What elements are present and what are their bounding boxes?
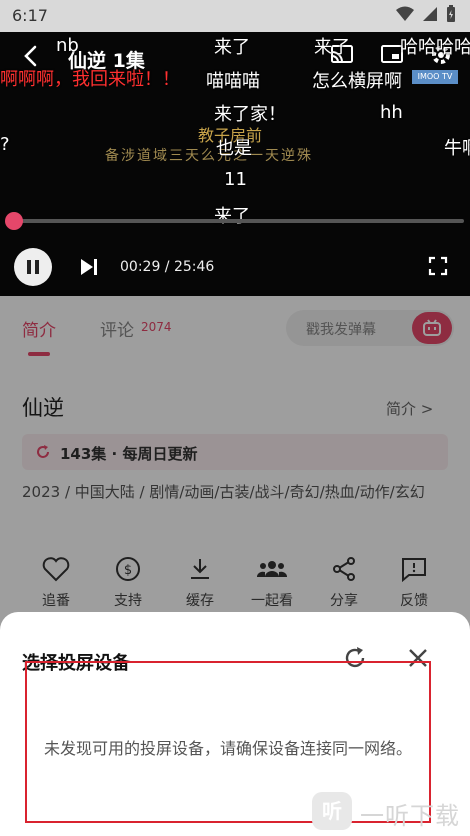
fullscreen-icon — [428, 256, 448, 276]
current-time: 00:29 — [120, 259, 161, 275]
danmaku-item: hh — [380, 102, 403, 123]
status-time: 6:17 — [12, 6, 48, 25]
total-time: 25:46 — [173, 259, 215, 275]
danmaku-item: 来了 — [214, 37, 250, 58]
progress-handle[interactable] — [5, 212, 23, 230]
close-icon — [409, 649, 427, 667]
next-episode-button[interactable] — [78, 256, 100, 282]
poster-subtext: 备涉道域三天么元之一天逆殊 — [105, 148, 313, 164]
pause-icon — [27, 260, 39, 274]
time-separator: / — [160, 259, 174, 275]
close-button[interactable] — [406, 646, 430, 674]
fullscreen-button[interactable] — [428, 256, 448, 280]
site-watermark-text: 一听下载 — [360, 802, 460, 830]
no-device-message: 未发现可用的投屏设备，请确保设备连接同一网络。 — [43, 739, 412, 758]
wifi-icon — [396, 6, 414, 21]
pause-button[interactable] — [14, 248, 52, 286]
danmaku-item: 来了 — [214, 206, 250, 227]
video-player[interactable]: 教子房前 备涉道域三天么元之一天逆殊 仙逆 1集 IMOO TV nb 来了 来… — [0, 32, 470, 296]
refresh-button[interactable] — [343, 646, 367, 674]
danmaku-item: ? — [0, 134, 10, 155]
danmaku-item: 来了 — [314, 37, 350, 58]
broadcaster-watermark: IMOO TV — [412, 70, 458, 84]
refresh-icon — [345, 647, 365, 668]
battery-icon — [447, 5, 455, 22]
sheet-title: 选择投屏设备 — [22, 653, 130, 674]
playback-time: 00:29 / 25:46 — [120, 259, 214, 275]
danmaku-item: 11 — [224, 169, 247, 190]
danmaku-item: 怎么横屏啊 — [312, 71, 402, 92]
danmaku-item: nb — [56, 35, 79, 56]
site-watermark: 听 一听下载 — [312, 790, 462, 832]
signal-icon — [423, 7, 437, 21]
progress-bar[interactable] — [14, 219, 464, 223]
danmaku-item: 牛啊 — [444, 138, 470, 159]
danmaku-item: 来了家！ — [214, 104, 286, 125]
danmaku-item: 也是 — [216, 138, 252, 159]
danmaku-item: 哈哈哈哈 — [400, 37, 470, 58]
status-bar: 6:17 — [0, 0, 470, 32]
skip-next-icon — [81, 259, 97, 275]
status-icons — [396, 5, 456, 23]
danmaku-item: 啊啊啊，我回来啦！！ — [0, 69, 180, 90]
site-watermark-logo: 听 — [312, 792, 352, 830]
danmaku-item: 喵喵喵 — [206, 71, 260, 92]
